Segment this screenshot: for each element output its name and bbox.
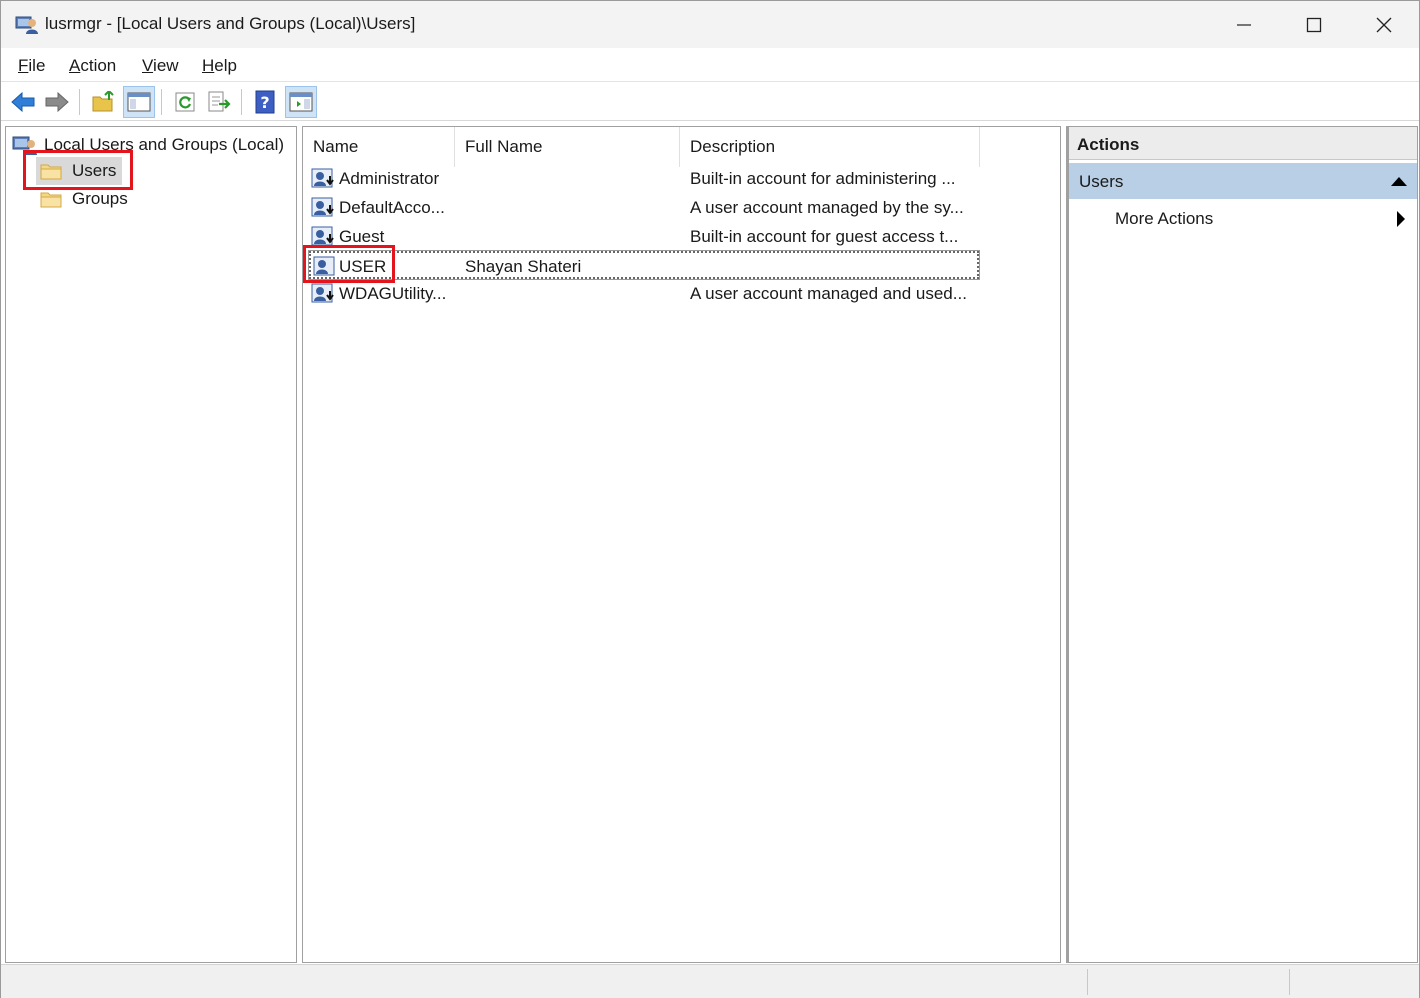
forward-arrow-icon xyxy=(45,91,69,113)
close-icon xyxy=(1376,17,1392,32)
show-hide-action-pane-button[interactable] xyxy=(285,86,317,118)
cell-name: DefaultAcco... xyxy=(339,198,445,217)
details-list-pane: Name Full Name Description Administrator… xyxy=(302,126,1061,963)
maximize-button[interactable] xyxy=(1279,1,1349,48)
column-header-full-name[interactable]: Full Name xyxy=(455,127,680,167)
minimize-icon xyxy=(1237,23,1251,26)
cell-full-name xyxy=(465,194,685,222)
more-actions-item[interactable]: More Actions xyxy=(1115,209,1213,229)
cell-description: Built-in account for administering ... xyxy=(690,169,956,188)
user-icon xyxy=(311,168,334,188)
help-icon: ? xyxy=(255,90,275,114)
svg-text:?: ? xyxy=(260,93,269,112)
collapse-triangle-icon[interactable] xyxy=(1391,177,1407,186)
back-button[interactable] xyxy=(7,86,39,118)
highlight-box-users xyxy=(23,150,133,190)
actions-section-label: Users xyxy=(1079,172,1124,191)
show-hide-console-tree-icon xyxy=(127,92,151,112)
cell-full-name xyxy=(465,280,685,308)
toolbar-separator xyxy=(241,89,242,115)
highlight-box-user xyxy=(303,245,395,283)
cell-name: WDAGUtility... xyxy=(339,284,447,303)
user-icon xyxy=(311,283,334,303)
cell-name: Administrator xyxy=(339,169,440,188)
table-row[interactable]: Administrator Built-in account for admin… xyxy=(309,165,979,193)
forward-button[interactable] xyxy=(41,86,73,118)
minimize-button[interactable] xyxy=(1209,1,1279,48)
menu-view[interactable]: View xyxy=(142,56,179,76)
up-one-level-button[interactable] xyxy=(87,86,119,118)
column-header-description[interactable]: Description xyxy=(680,127,980,167)
status-separator xyxy=(1289,969,1290,995)
maximize-icon xyxy=(1306,17,1322,32)
cell-full-name xyxy=(465,165,685,193)
actions-pane: Actions Users More Actions xyxy=(1066,126,1418,963)
cell-description: A user account managed and used... xyxy=(690,284,967,303)
cell-full-name xyxy=(465,223,685,251)
export-list-button[interactable] xyxy=(203,86,235,118)
close-button[interactable] xyxy=(1349,1,1419,48)
title-bar: lusrmgr - [Local Users and Groups (Local… xyxy=(1,1,1419,48)
toolbar-separator xyxy=(79,89,80,115)
lusrmgr-window: lusrmgr - [Local Users and Groups (Local… xyxy=(0,0,1420,998)
window-title: lusrmgr - [Local Users and Groups (Local… xyxy=(45,14,416,33)
actions-section-users[interactable]: Users xyxy=(1069,163,1417,199)
status-separator xyxy=(1087,969,1088,995)
menu-action[interactable]: Action xyxy=(69,56,116,76)
help-button[interactable]: ? xyxy=(249,86,281,118)
menu-file[interactable]: File xyxy=(18,56,45,76)
refresh-icon xyxy=(175,92,195,112)
menu-bar: File Action View Help xyxy=(1,48,1419,82)
export-list-icon xyxy=(208,91,231,112)
status-bar xyxy=(1,964,1419,998)
table-row[interactable]: WDAGUtility... A user account managed an… xyxy=(309,280,979,308)
users-app-icon xyxy=(15,16,38,34)
back-arrow-icon xyxy=(11,91,35,113)
show-hide-action-pane-icon xyxy=(289,92,313,112)
actions-title: Actions xyxy=(1069,127,1417,160)
show-hide-console-tree-button[interactable] xyxy=(123,86,155,118)
table-row-selected[interactable]: USER Shayan Shateri xyxy=(308,250,980,281)
console-tree-pane: Local Users and Groups (Local) Users Gro… xyxy=(5,126,297,963)
user-icon xyxy=(311,197,334,217)
cell-description xyxy=(690,253,980,281)
cell-description: A user account managed by the sy... xyxy=(690,198,964,217)
table-row[interactable]: DefaultAcco... A user account managed by… xyxy=(309,194,979,222)
column-header-name[interactable]: Name xyxy=(303,127,455,167)
table-row[interactable]: Guest Built-in account for guest access … xyxy=(309,223,979,251)
up-folder-icon xyxy=(92,91,114,112)
menu-help[interactable]: Help xyxy=(202,56,237,76)
folder-icon xyxy=(40,192,62,207)
toolbar-separator xyxy=(161,89,162,115)
toolbar: ? xyxy=(1,83,1419,121)
submenu-arrow-icon xyxy=(1397,211,1405,227)
cell-full-name: Shayan Shateri xyxy=(465,257,582,276)
refresh-button[interactable] xyxy=(169,86,201,118)
tree-item-label: Groups xyxy=(72,189,128,208)
cell-description: Built-in account for guest access t... xyxy=(690,227,959,246)
